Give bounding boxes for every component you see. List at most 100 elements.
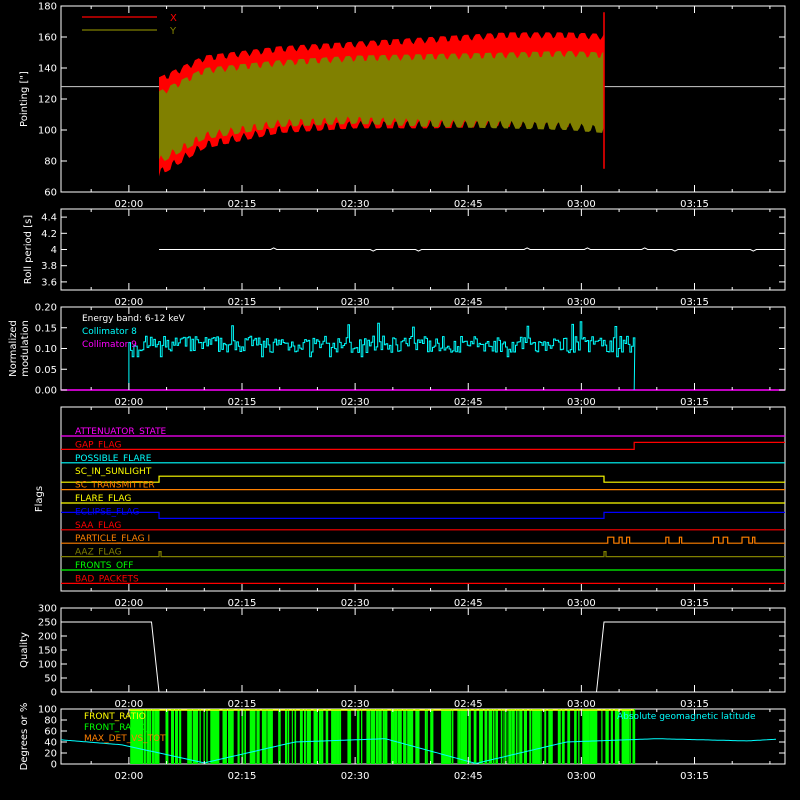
geomag-front-ratio-bar xyxy=(175,709,179,764)
geomag-ytick-label: 100 xyxy=(38,705,57,716)
modulation-xtick-label: 02:30 xyxy=(341,397,370,408)
geomag-front-ratio-bar xyxy=(264,709,267,764)
geomag-front-ratio-bar xyxy=(371,709,373,764)
roll-ylabel: Roll period [s] xyxy=(23,215,34,284)
geomag-front-ratio-bar xyxy=(188,709,192,764)
geomag-xtick-label: 03:15 xyxy=(680,771,709,782)
flag-line-aaz-flag xyxy=(61,551,785,558)
quality-xtick-label: 03:00 xyxy=(567,699,596,710)
geomag-front-ratio-bar xyxy=(518,709,520,764)
flags-xtick-label: 03:00 xyxy=(567,598,596,609)
geomag-front-ratio-bar xyxy=(525,709,527,764)
geomag-front-ratio-bar xyxy=(515,709,518,764)
quality-xtick-label: 02:00 xyxy=(114,699,143,710)
modulation-ytick-label: 0.00 xyxy=(35,386,57,397)
geomag-front-ratio-bar xyxy=(519,709,523,764)
roll-xtick-label: 02:30 xyxy=(341,297,370,308)
modulation-xtick-label: 03:15 xyxy=(680,397,709,408)
pointing-ytick-label: 60 xyxy=(44,188,57,199)
flag-line-eclipse-flag xyxy=(61,511,785,519)
geomag-front-ratio-bar xyxy=(320,709,322,764)
geomag-front-ratio-bar xyxy=(278,709,280,764)
geomag-front-ratio-bar xyxy=(203,709,205,764)
quality-line xyxy=(61,621,785,693)
modulation-xtick-label: 02:45 xyxy=(454,397,483,408)
roll-period-line xyxy=(159,247,784,252)
modulation-ytick-label: 0.15 xyxy=(35,323,57,334)
geomag-front-ratio-bar xyxy=(461,709,463,764)
geomag-front-ratio-bar xyxy=(336,709,340,764)
flags-xtick-label: 02:00 xyxy=(114,598,143,609)
geomag-front-ratio-bar xyxy=(488,709,492,764)
geomag-front-ratio-bar xyxy=(510,709,512,764)
geomag-front-ratio-bar xyxy=(400,709,402,764)
geomag-front-ratio-bar xyxy=(430,709,434,764)
pointing-ytick-label: 80 xyxy=(44,157,57,168)
geomag-front-ratio-bar xyxy=(511,709,515,764)
geomag-front-ratio-bar xyxy=(325,709,329,764)
panel-pointing: 60 80 100 120 140 160 180 02:00 02:15 02:30 02:45 0… xyxy=(19,2,786,210)
flag-label-sc-in-sunlight: SC_IN_SUNLIGHT xyxy=(75,467,152,477)
modulation-ylabel-line: Normalized xyxy=(8,320,19,377)
panel-geomag: 020406080100 02:00 02:15 02:30 02:45 03:00 03:… xyxy=(19,703,786,782)
flags-xtick-label: 02:30 xyxy=(341,598,370,609)
geomag-front-ratio-bar xyxy=(418,709,420,764)
geomag-front-ratio-bar xyxy=(561,709,565,764)
geomag-front-ratio-bar xyxy=(375,709,379,764)
roll-xtick-label: 03:15 xyxy=(680,297,709,308)
geomag-xtick-label: 02:15 xyxy=(228,771,257,782)
geomag-front-ratio-bar xyxy=(382,709,385,764)
geomag-front-ratio-bar xyxy=(165,709,168,764)
quality-xtick-label: 02:15 xyxy=(228,699,257,710)
geomag-front-ratio-bar xyxy=(279,709,281,764)
modulation-legend-collimator-9: Collimator 9 xyxy=(82,340,137,350)
geomag-front-ratio-bar xyxy=(403,709,407,764)
geomag-ytick-label: 40 xyxy=(44,738,57,749)
quality-ytick-label: 200 xyxy=(38,632,57,643)
geomag-ytick-label: 60 xyxy=(44,727,57,738)
geomag-front-ratio-bar xyxy=(380,709,382,764)
flags-xtick-label: 02:15 xyxy=(228,598,257,609)
pointing-ytick-label: 120 xyxy=(38,95,57,106)
geomag-front-ratio-bar xyxy=(537,709,540,764)
roll-xtick-label: 03:00 xyxy=(567,297,596,308)
roll-ytick-label: 4.4 xyxy=(41,213,57,224)
roll-ytick-label: 4 xyxy=(51,245,57,256)
geomag-legend-front-ratio: FRONT_RATIO xyxy=(84,712,146,722)
pointing-ytick-label: 160 xyxy=(38,33,57,44)
roll-xtick-label: 02:00 xyxy=(114,297,143,308)
quality-ytick-label: 100 xyxy=(38,660,57,671)
quality-ytick-label: 300 xyxy=(38,604,57,615)
geomag-front-ratio-bar xyxy=(394,709,398,764)
geomag-xtick-label: 02:00 xyxy=(114,771,143,782)
pointing-legend-label-y: Y xyxy=(169,26,177,37)
geomag-front-ratio-bar xyxy=(452,709,454,764)
geomag-front-ratio-bar xyxy=(549,709,553,764)
pointing-ytick-label: 180 xyxy=(38,2,57,13)
geomag-legend-front-ratio-: FRONT_RATIO_ xyxy=(84,723,151,733)
pointing-xtick-label: 03:00 xyxy=(567,199,596,210)
geomag-front-ratio-bar xyxy=(225,709,227,764)
geomag-front-ratio-bar xyxy=(294,709,297,764)
geomag-front-ratio-bar xyxy=(393,709,395,764)
geomag-front-ratio-bar xyxy=(339,709,342,764)
geomag-legend-max-det-vs-tot: MAX_DET_VS_TOT xyxy=(84,734,166,744)
geomag-front-ratio-bar xyxy=(244,709,246,764)
modulation-xtick-label: 02:15 xyxy=(228,397,257,408)
geomag-front-ratio-bar xyxy=(610,709,613,764)
geomag-front-ratio-bar xyxy=(484,709,488,764)
pointing-xtick-label: 02:45 xyxy=(454,199,483,210)
pointing-xtick-label: 03:15 xyxy=(680,199,709,210)
geomag-front-ratio-bar xyxy=(605,709,609,764)
geomag-front-ratio-bar xyxy=(166,709,169,764)
geomag-front-ratio-bar xyxy=(263,709,265,764)
flags-xtick-label: 03:15 xyxy=(680,598,709,609)
quality-ytick-label: 0 xyxy=(51,688,57,699)
modulation-legend-collimator-8: Collimator 8 xyxy=(82,327,137,337)
geomag-front-ratio-bar xyxy=(192,709,196,764)
roll-ytick-label: 4.2 xyxy=(41,229,57,240)
modulation-ytick-label: 0.20 xyxy=(35,303,57,314)
geomag-ylabel: Degrees or % xyxy=(19,703,30,771)
quality-ytick-label: 150 xyxy=(38,646,57,657)
pointing-xtick-label: 02:30 xyxy=(341,199,370,210)
